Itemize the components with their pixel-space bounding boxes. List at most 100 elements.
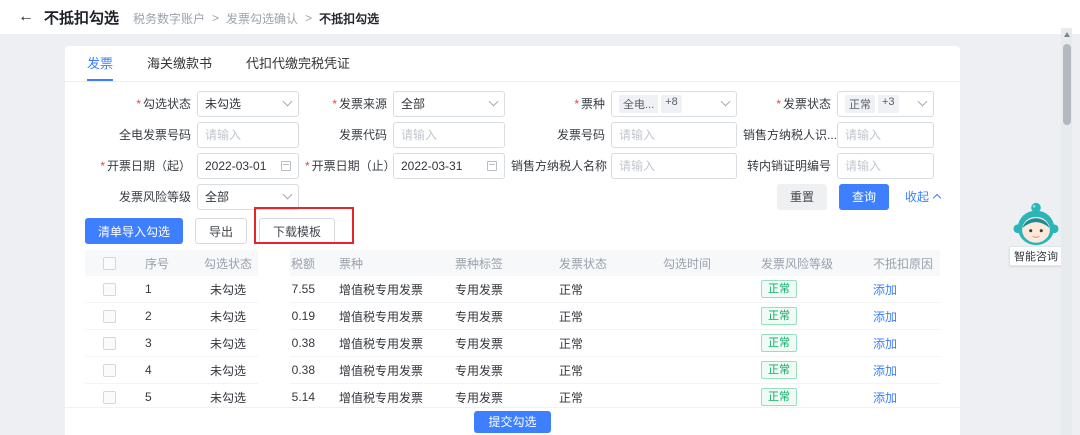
breadcrumb-item[interactable]: 税务数字账户	[133, 10, 205, 27]
add-reason-link[interactable]: 添加	[873, 364, 897, 378]
cell-ticket-kind: 增值税专用发票	[339, 363, 424, 378]
redaction-overlay	[258, 250, 290, 411]
date-end-picker[interactable]: 2022-03-31	[393, 152, 505, 179]
main-card: 发票 海关缴款书 代扣代缴完税凭证 * 勾选状态 未勾选 * 发票来源 全部 *…	[65, 46, 960, 435]
download-template-button[interactable]: 下载模板	[259, 218, 336, 244]
digital-invoice-no-placeholder: 请输入	[205, 128, 242, 142]
cell-seq: 4	[145, 363, 152, 377]
date-start-label: 开票日期（起）	[106, 159, 191, 173]
invoice-status-more-tag: +3	[878, 94, 899, 113]
cell-seq: 5	[145, 390, 152, 404]
row-checkbox[interactable]	[102, 336, 116, 350]
transfer-cert-no-label: 转内销证明编号	[746, 159, 831, 173]
invoice-status-multiselect[interactable]: 正常 +3	[837, 90, 934, 117]
col-kind-tag: 票种标签	[455, 256, 504, 271]
reset-button[interactable]: 重置	[776, 183, 827, 210]
robot-mascot-icon	[1013, 202, 1059, 246]
invoice-code-input[interactable]: 请输入	[393, 121, 505, 148]
invoice-code-placeholder: 请输入	[401, 128, 438, 142]
ticket-type-label: 票种	[580, 97, 605, 111]
calendar-icon	[281, 160, 291, 171]
add-reason-link[interactable]: 添加	[873, 391, 897, 405]
invoice-no-label: 发票号码	[556, 128, 605, 142]
cell-check-status: 未勾选	[209, 363, 246, 378]
check-status-select[interactable]: 未勾选	[197, 90, 299, 117]
tab-customs-payment[interactable]: 海关缴款书	[147, 46, 212, 81]
ticket-type-multiselect[interactable]: 全电... +8	[611, 90, 737, 117]
seller-tax-no-input[interactable]: 请输入	[837, 121, 934, 148]
date-start-picker[interactable]: 2022-03-01	[197, 152, 299, 179]
col-invoice-status: 发票状态	[559, 256, 608, 271]
cell-seq: 2	[145, 309, 152, 323]
breadcrumb: 税务数字账户 > 发票勾选确认 > 不抵扣勾选	[133, 10, 379, 27]
risk-level-value: 全部	[205, 190, 230, 204]
table-header: 序号 勾选状态 税额 票种 票种标签 发票状态 勾选时间 发票风险等级 不抵扣原…	[85, 250, 940, 276]
table-row: 4 未勾选 0.38 增值税专用发票 专用发票 正常 正常 添加	[85, 357, 940, 384]
cell-kind-tag: 专用发票	[455, 282, 504, 297]
ticket-type-tag: 全电...	[619, 94, 659, 113]
collapse-label: 收起	[904, 190, 929, 204]
row-checkbox[interactable]	[102, 309, 116, 323]
digital-invoice-no-input[interactable]: 请输入	[197, 121, 299, 148]
invoice-no-input[interactable]: 请输入	[611, 121, 737, 148]
topbar: ← 不抵扣勾选 税务数字账户 > 发票勾选确认 > 不抵扣勾选	[0, 0, 1080, 34]
chevron-down-icon	[282, 189, 293, 200]
cell-kind-tag: 专用发票	[455, 309, 504, 324]
back-arrow-icon[interactable]: ←	[18, 8, 34, 26]
invoice-code-label: 发票代码	[338, 128, 387, 142]
scrollbar-thumb[interactable]	[1062, 44, 1071, 125]
assistant-label: 智能咨询	[1009, 246, 1063, 266]
cell-ticket-kind: 增值税专用发票	[339, 390, 424, 405]
submit-check-button[interactable]: 提交勾选	[474, 410, 551, 433]
invoice-source-select[interactable]: 全部	[393, 90, 505, 117]
chevron-down-icon	[917, 96, 928, 107]
screen: ← 不抵扣勾选 税务数字账户 > 发票勾选确认 > 不抵扣勾选 发票 海关缴款书…	[0, 0, 1080, 435]
risk-level-select[interactable]: 全部	[197, 183, 299, 210]
assistant-widget[interactable]: 智能咨询	[1003, 201, 1069, 266]
invoice-table: 序号 勾选状态 税额 票种 票种标签 发票状态 勾选时间 发票风险等级 不抵扣原…	[85, 250, 940, 411]
tab-withholding-cert[interactable]: 代扣代缴完税凭证	[246, 46, 350, 81]
query-button[interactable]: 查询	[838, 183, 889, 210]
scroll-up-icon[interactable]	[1063, 32, 1070, 37]
breadcrumb-separator: >	[305, 11, 313, 25]
date-start-value: 2022-03-01	[205, 158, 267, 173]
card-footer: 提交勾选	[65, 407, 960, 435]
row-checkbox[interactable]	[102, 282, 116, 296]
breadcrumb-item[interactable]: 发票勾选确认	[226, 10, 298, 27]
digital-invoice-no-label: 全电发票号码	[118, 128, 191, 142]
cell-ticket-kind: 增值税专用发票	[339, 336, 424, 351]
seller-name-label: 销售方纳税人名称	[511, 159, 608, 173]
risk-badge: 正常	[761, 280, 797, 298]
breadcrumb-current: 不抵扣勾选	[319, 11, 380, 26]
tab-invoice[interactable]: 发票	[87, 46, 114, 81]
export-button[interactable]: 导出	[195, 218, 248, 244]
transfer-cert-no-input[interactable]: 请输入	[837, 152, 934, 179]
invoice-no-placeholder: 请输入	[619, 128, 656, 142]
check-status-value: 未勾选	[205, 97, 242, 111]
table-row: 2 未勾选 0.19 增值税专用发票 专用发票 正常 正常 添加	[85, 303, 940, 330]
required-mark: *	[305, 159, 310, 173]
cell-ticket-kind: 增值税专用发票	[339, 309, 424, 324]
check-status-label: 勾选状态	[142, 97, 191, 111]
add-reason-link[interactable]: 添加	[873, 310, 897, 324]
col-risk-level: 发票风险等级	[761, 256, 834, 271]
required-mark: *	[136, 97, 141, 111]
cell-kind-tag: 专用发票	[455, 363, 504, 378]
seller-tax-no-placeholder: 请输入	[845, 128, 882, 142]
import-checked-list-button[interactable]: 清单导入勾选	[85, 218, 184, 244]
transfer-cert-no-placeholder: 请输入	[845, 159, 882, 173]
vertical-scrollbar[interactable]	[1061, 28, 1072, 435]
collapse-toggle[interactable]: 收起	[904, 188, 942, 205]
row-checkbox[interactable]	[102, 390, 116, 404]
row-checkbox[interactable]	[102, 363, 116, 377]
add-reason-link[interactable]: 添加	[873, 283, 897, 297]
invoice-source-value: 全部	[401, 97, 426, 111]
chevron-down-icon	[282, 96, 293, 107]
seller-name-input[interactable]: 请输入	[611, 152, 737, 179]
chevron-down-icon	[720, 96, 731, 107]
select-all-checkbox[interactable]	[102, 256, 116, 270]
date-end-label: 开票日期（止）	[311, 159, 393, 173]
chevron-up-icon	[932, 193, 942, 203]
risk-level-label: 发票风险等级	[118, 190, 191, 204]
add-reason-link[interactable]: 添加	[873, 337, 897, 351]
